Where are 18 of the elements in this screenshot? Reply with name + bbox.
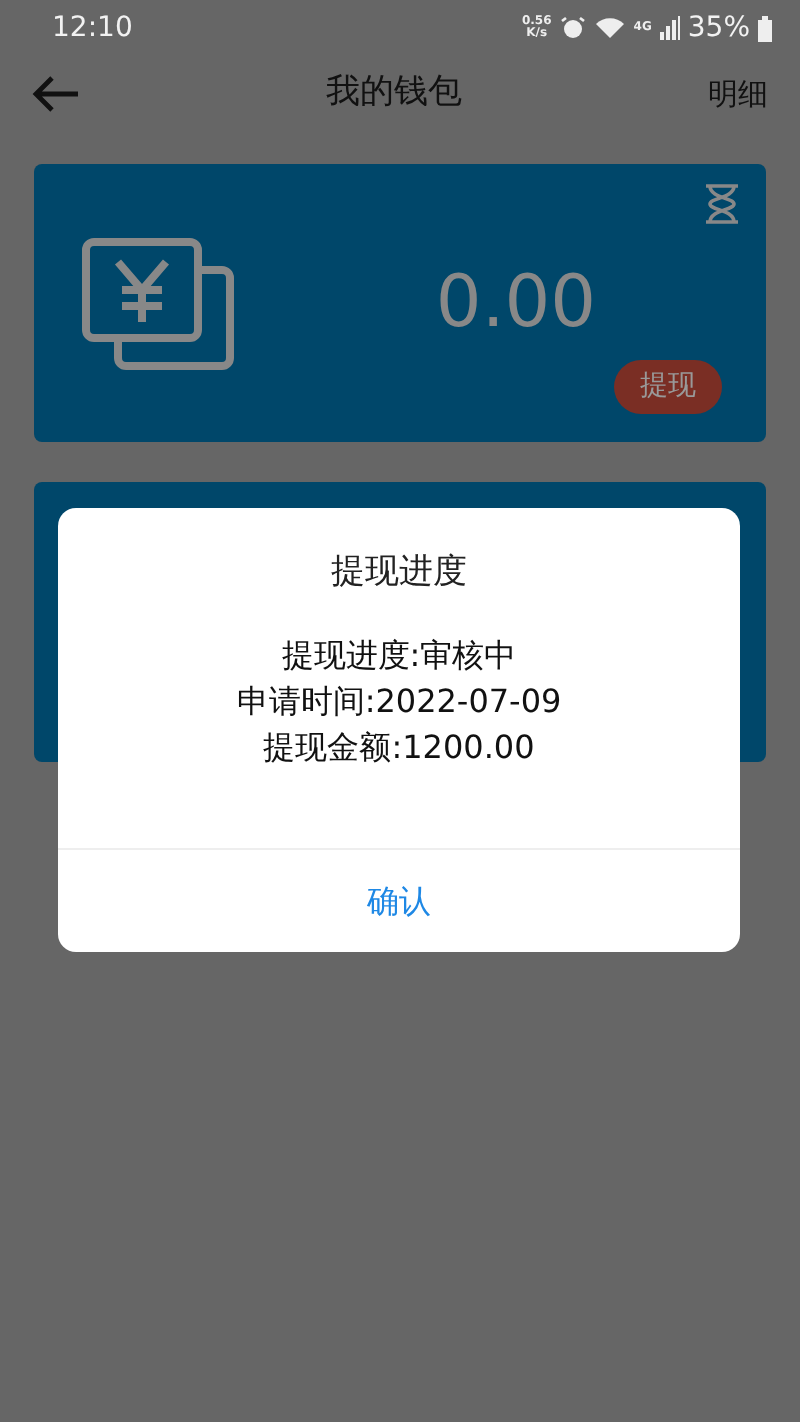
alarm-icon [559,16,586,40]
dialog-title: 提现进度 [329,550,469,596]
details-link[interactable]: 明细 [708,71,768,117]
dialog-text: 提现进度:审核中 [281,633,517,677]
signal-icon [659,16,680,40]
status-time: 12:10 [52,9,133,47]
dialog-text: 提现金额:1200.00 [263,725,535,769]
confirm-button[interactable]: 确认 [355,875,443,927]
wifi-icon [593,16,626,40]
balance-amount: 0.00 [435,261,597,343]
battery-icon [758,15,772,41]
dialog-text: 申请时间:2022-07-09 [236,679,562,723]
page-title: 我的钱包 [326,70,462,117]
hourglass-icon[interactable] [702,184,742,224]
battery-percent: 35% [687,9,750,47]
money-icon [82,237,234,369]
back-icon[interactable] [32,76,80,112]
withdraw-button[interactable]: 提现 [614,360,722,414]
